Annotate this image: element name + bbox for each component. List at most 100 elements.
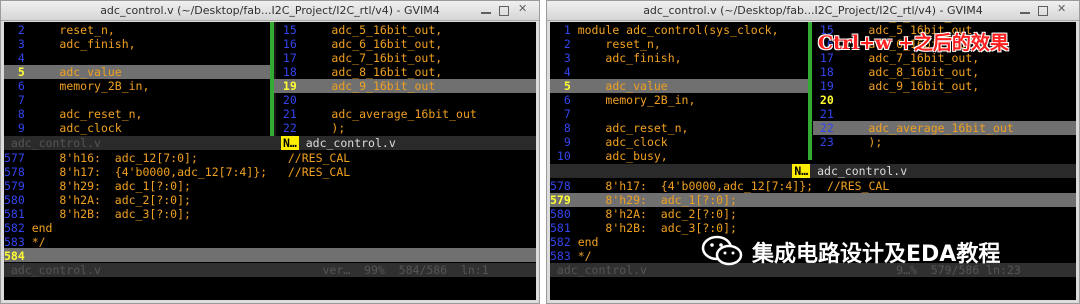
- line-number: 18: [813, 65, 841, 79]
- code-line[interactable]: 6 memory_2B_in,: [550, 93, 696, 107]
- code-line[interactable]: 582 end: [4, 221, 52, 235]
- code-line[interactable]: 580 8'h2A: adc_2[?:0];: [4, 193, 191, 207]
- maximize-icon[interactable]: [1038, 6, 1048, 16]
- code-text: reset_n,: [577, 37, 661, 51]
- code-text: 8'h16: adc_12[7:0]; //RES_CAL: [31, 151, 351, 165]
- code-text: end: [31, 221, 53, 235]
- code-line[interactable]: 18 adc_8_16bit_out,: [813, 65, 979, 79]
- code-line[interactable]: 7: [4, 93, 32, 107]
- line-number: 15: [276, 23, 304, 37]
- minimize-icon[interactable]: [1020, 6, 1030, 14]
- status-filename: adc_control.v: [4, 136, 281, 150]
- code-line[interactable]: 5 adc_value: [4, 65, 122, 79]
- code-text: reset_n,: [31, 23, 115, 37]
- line-number: 579: [4, 179, 32, 193]
- code-line[interactable]: 581 8'h2B: adc_3[?:0];: [4, 207, 191, 221]
- wechat-logo-icon: [701, 235, 743, 266]
- code-line[interactable]: 3 adc_finish,: [4, 37, 136, 51]
- line-number: 19: [276, 79, 304, 93]
- code-text: );: [303, 121, 346, 135]
- code-line[interactable]: 19 adc_9_16bit_out: [276, 79, 435, 93]
- code-line[interactable]: 23 );: [813, 135, 882, 149]
- code-line[interactable]: 583 */: [4, 235, 46, 249]
- status-line[interactable]: N… adc_control.v: [550, 164, 1076, 178]
- code-line[interactable]: 10 adc_busy,: [550, 149, 668, 163]
- code-text: module adc_control(sys_clock,: [577, 23, 779, 37]
- line-number: 18: [276, 65, 304, 79]
- code-line[interactable]: 582 end: [550, 235, 598, 249]
- title-bar[interactable]: adc_control.v (~/Desktop/fab...I2C_Proje…: [1, 1, 539, 21]
- code-text: adc_value: [577, 79, 668, 93]
- line-number: 583: [550, 249, 578, 263]
- line-number: 22: [276, 121, 304, 135]
- maximize-icon[interactable]: [499, 6, 509, 16]
- code-line[interactable]: 9 adc_clock: [4, 121, 122, 135]
- status-text: adc_control.v ver… 99% 584/586 ln:1: [4, 263, 489, 277]
- code-line[interactable]: 22 adc_average_16bit_out: [813, 121, 1014, 135]
- code-line[interactable]: 20: [813, 93, 841, 107]
- vertical-split-bar[interactable]: [808, 22, 812, 160]
- line-number: 582: [4, 221, 32, 235]
- status-line[interactable]: adc_control.v N… adc_control.v: [4, 136, 536, 150]
- code-line[interactable]: 17 adc_7_16bit_out,: [276, 51, 442, 65]
- status-filename: [550, 164, 792, 178]
- code-line[interactable]: 579 8'h29: adc_1[?:0];: [550, 193, 737, 207]
- line-number: 5: [4, 65, 32, 79]
- line-number: 581: [4, 207, 32, 221]
- code-text: 8'h17: {4'b0000,adc_12[7:4]}; //RES_CAL: [31, 165, 351, 179]
- code-text: );: [840, 135, 883, 149]
- code-line[interactable]: 2 reset_n,: [550, 37, 661, 51]
- code-line[interactable]: 2 reset_n,: [4, 23, 115, 37]
- code-line[interactable]: 577 8'h16: adc_12[7:0]; //RES_CAL: [4, 151, 350, 165]
- code-text: adc_value: [31, 65, 122, 79]
- code-text: 8'h29: adc_1[?:0];: [31, 179, 191, 193]
- status-line[interactable]: adc_control.v ver… 99% 584/586 ln:1: [4, 263, 536, 277]
- code-line[interactable]: 578 8'h17: {4'b0000,adc_12[7:4]}; //RES_…: [550, 179, 889, 193]
- line-number: 584: [4, 249, 32, 263]
- code-line[interactable]: 15 adc_5_16bit_out,: [276, 23, 442, 37]
- line-number: 4: [4, 51, 32, 65]
- code-line[interactable]: 5 adc_value: [550, 79, 668, 93]
- line-number: 2: [4, 23, 32, 37]
- code-line[interactable]: 578 8'h17: {4'b0000,adc_12[7:4]}; //RES_…: [4, 165, 350, 179]
- code-line[interactable]: 584: [4, 249, 32, 263]
- code-line[interactable]: 4: [550, 65, 578, 79]
- code-line[interactable]: 19 adc_9_16bit_out,: [813, 79, 979, 93]
- code-line[interactable]: 16 adc_6_16bit_out,: [276, 37, 442, 51]
- code-line[interactable]: 583 */: [550, 249, 592, 263]
- code-text: adc_finish,: [31, 37, 136, 51]
- line-number: 9: [550, 135, 578, 149]
- code-text: adc_6_16bit_out,: [303, 37, 443, 51]
- code-line[interactable]: 4: [4, 51, 32, 65]
- line-number: 17: [276, 51, 304, 65]
- code-line[interactable]: 6 memory_2B_in,: [4, 79, 150, 93]
- status-filename: adc_control.v: [298, 136, 396, 150]
- code-line[interactable]: 8 adc_reset_n,: [550, 121, 689, 135]
- line-number: 6: [4, 79, 32, 93]
- close-icon[interactable]: ✕: [518, 3, 528, 14]
- code-line[interactable]: 9 adc_clock: [550, 135, 668, 149]
- code-line[interactable]: 21 adc_average_16bit_out: [276, 107, 477, 121]
- title-bar[interactable]: adc_control.v (~/Desktop/fab...I2C_Proje…: [547, 1, 1079, 21]
- code-line[interactable]: 20: [276, 93, 304, 107]
- line-number: 10: [550, 149, 578, 163]
- line-number: 8: [550, 121, 578, 135]
- code-line[interactable]: 580 8'h2A: adc_2[?:0];: [550, 207, 737, 221]
- editor-area[interactable]: 2 reset_n, 3 adc_finish, 4 5 adc_value 6…: [4, 22, 536, 300]
- code-text: 8'h2B: adc_3[?:0];: [577, 221, 737, 235]
- code-line[interactable]: 8 adc_reset_n,: [4, 107, 143, 121]
- code-line[interactable]: 21: [813, 107, 841, 121]
- code-line[interactable]: 22 );: [276, 121, 345, 135]
- minimize-icon[interactable]: [481, 6, 491, 14]
- code-text: adc_reset_n,: [31, 107, 143, 121]
- code-line[interactable]: 581 8'h2B: adc_3[?:0];: [550, 221, 737, 235]
- code-text: 8'h17: {4'b0000,adc_12[7:4]}; //RES_CAL: [577, 179, 890, 193]
- code-line[interactable]: 7: [550, 107, 578, 121]
- code-line[interactable]: 3 adc_finish,: [550, 51, 682, 65]
- code-line[interactable]: 1 module adc_control(sys_clock,: [550, 23, 779, 37]
- code-line[interactable]: 579 8'h29: adc_1[?:0];: [4, 179, 191, 193]
- code-text: adc_average_16bit_out: [840, 121, 1014, 135]
- close-icon[interactable]: ✕: [1057, 3, 1067, 14]
- code-line[interactable]: 18 adc_8_16bit_out,: [276, 65, 442, 79]
- line-number: 5: [550, 79, 578, 93]
